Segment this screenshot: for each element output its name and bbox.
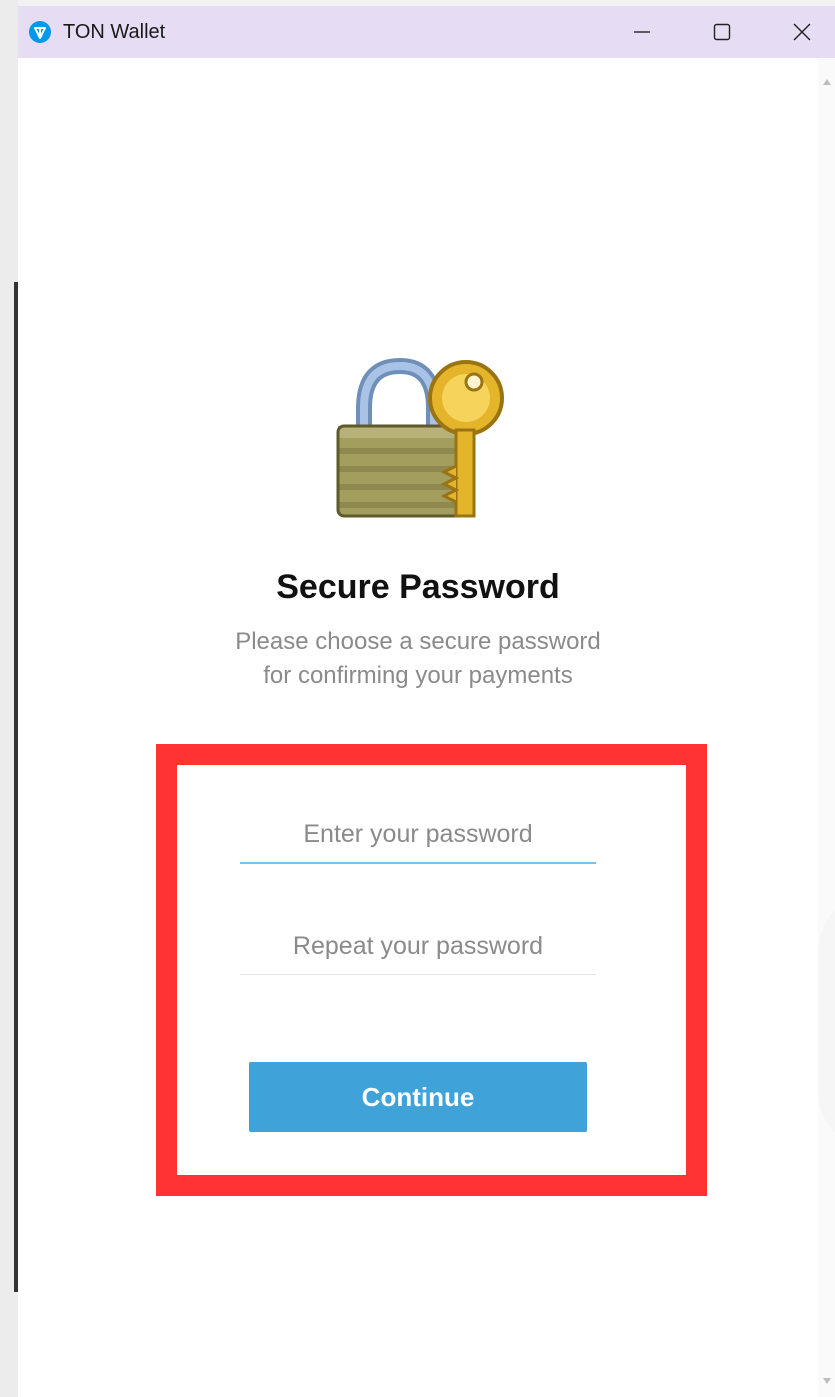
password-field[interactable]	[240, 806, 596, 864]
lock-and-key-icon	[334, 356, 506, 522]
password-input[interactable]	[240, 806, 596, 862]
minimize-button[interactable]	[602, 6, 682, 58]
app-window: TON Wallet Secure Password Please choose…	[18, 6, 835, 1397]
repeat-password-input[interactable]	[240, 918, 596, 974]
minimize-icon	[634, 31, 650, 33]
subtitle: Please choose a secure password for conf…	[18, 625, 818, 693]
background-desktop	[0, 0, 18, 1397]
close-icon	[793, 23, 811, 41]
maximize-icon	[713, 23, 731, 41]
ton-logo-icon	[29, 21, 51, 43]
continue-button[interactable]: Continue	[249, 1062, 587, 1132]
vertical-scrollbar[interactable]	[818, 58, 835, 1397]
window-title: TON Wallet	[63, 21, 166, 43]
subtitle-line-1: Please choose a secure password	[235, 628, 601, 655]
maximize-button[interactable]	[682, 6, 762, 58]
title-bar[interactable]: TON Wallet	[18, 6, 835, 58]
close-button[interactable]	[762, 6, 835, 58]
repeat-password-field[interactable]	[240, 918, 596, 975]
page-title: Secure Password	[276, 568, 560, 606]
scroll-down-arrow-icon[interactable]	[823, 1371, 831, 1389]
scroll-up-arrow-icon[interactable]	[823, 72, 831, 90]
subtitle-line-2: for confirming your payments	[263, 662, 573, 689]
